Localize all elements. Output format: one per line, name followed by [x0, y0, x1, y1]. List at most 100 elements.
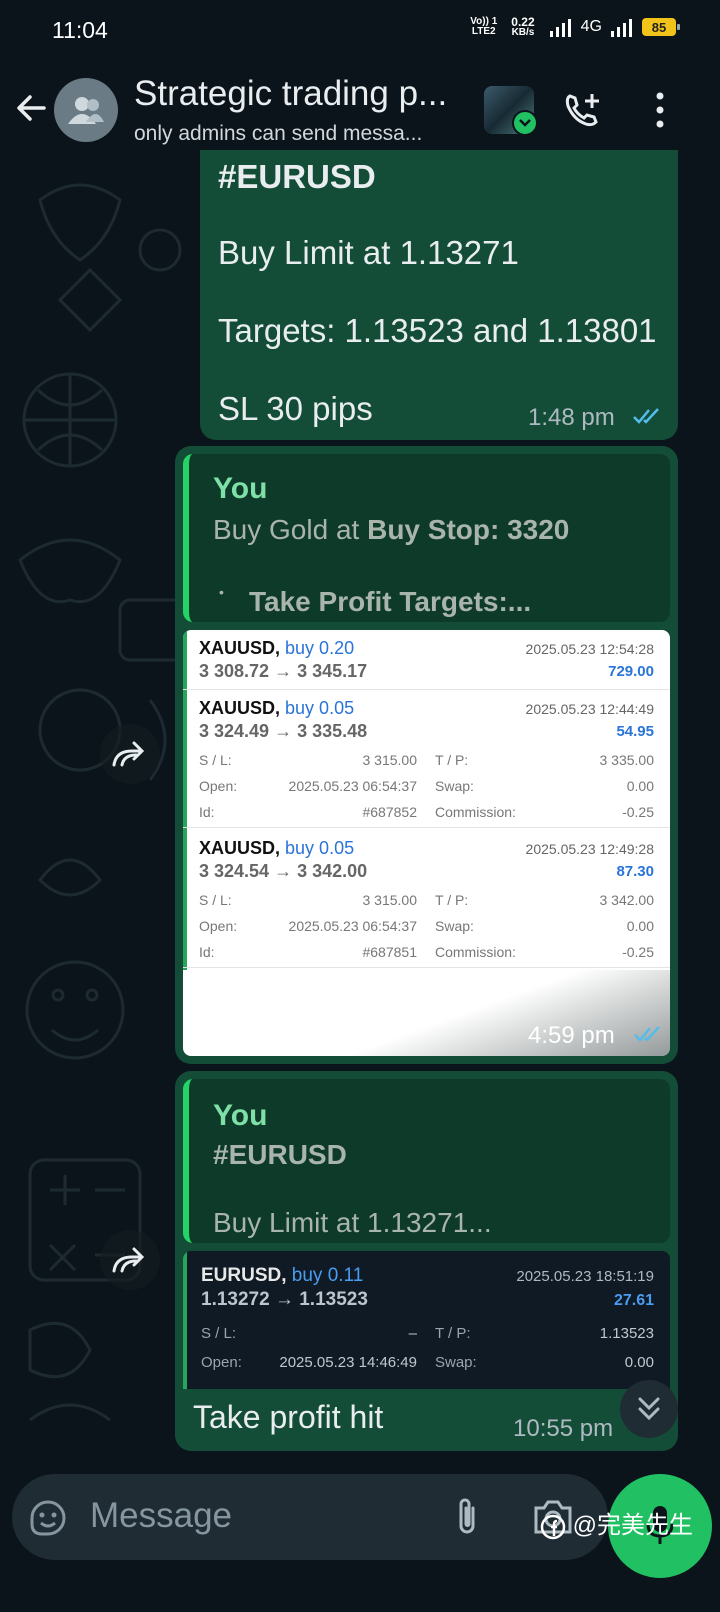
forward-icon [112, 1247, 145, 1273]
trade-row: XAUUSD, buy 0.05 3 324.54 → 3 342.00 202… [183, 828, 670, 968]
id-label: Id: [199, 944, 215, 960]
open-label: Open: [199, 778, 238, 794]
trade-prices: 1.13272 → 1.13523 [201, 1289, 368, 1310]
swap-value: 0.00 [626, 778, 654, 794]
commission-value: -0.25 [622, 804, 654, 820]
battery-icon: 85 [642, 18, 680, 36]
facebook-logo-icon [540, 1514, 566, 1539]
trade-prices: 3 324.54 → 3 342.00 [199, 861, 368, 881]
status-bar: 11:04 Vo)) 1 LTE2 0.22 KB/s 4G 85 [0, 0, 720, 60]
swap-value: 0.00 [626, 918, 654, 934]
trade-profit: 27.61 [613, 1292, 654, 1309]
open-value: 2025.05.23 06:54:37 [288, 918, 417, 934]
message-time: 10:55 pm [513, 1415, 614, 1442]
commission-label: Commission: [435, 804, 516, 820]
swap-label: Swap: [435, 778, 474, 794]
message-line: Targets: 1.13523 and 1.13801 [218, 312, 657, 349]
trade-profit: 54.95 [616, 723, 654, 740]
id-value: #687852 [362, 804, 417, 820]
message-hashtag[interactable]: #EURUSD [218, 158, 376, 196]
message-input[interactable]: Message [90, 1496, 232, 1536]
quoted-message[interactable]: You Buy Gold at Buy Stop: 3320 • Take Pr… [183, 454, 670, 622]
quote-bold: Buy Stop: 3320 [367, 514, 570, 545]
trade-prices: 3 324.49 → 3 335.48 [199, 721, 368, 741]
speed-unit: KB/s [511, 27, 535, 38]
trade-time: 2025.05.23 12:54:28 [525, 641, 654, 657]
trade-time: 2025.05.23 18:51:19 [516, 1268, 654, 1285]
sl-value: 3 315.00 [362, 892, 418, 908]
sl-value: – [408, 1325, 417, 1342]
back-arrow-icon[interactable] [14, 90, 50, 126]
message-bubble-1[interactable]: #EURUSD Buy Limit at 1.13271 Targets: 1.… [200, 150, 678, 440]
attach-icon[interactable] [452, 1496, 482, 1538]
quote-line-2: Take Profit Targets:... [249, 586, 532, 617]
trade-side: buy 0.20 [285, 638, 355, 658]
open-value: 2025.05.23 14:46:49 [279, 1354, 417, 1371]
watermark-text: @完美先生 [572, 1512, 694, 1539]
sl-label: S / L: [199, 892, 232, 908]
trade-screenshot-image[interactable]: XAUUSD, buy 0.20 3 308.72 → 3 345.17 202… [183, 630, 670, 1056]
group-avatar[interactable] [54, 78, 118, 142]
bullet-icon: • [219, 584, 224, 600]
read-ticks-icon [633, 408, 659, 424]
trade-prices: 3 308.72 → 3 345.17 [199, 661, 368, 681]
more-options-icon[interactable] [638, 88, 682, 132]
forward-icon [112, 741, 145, 767]
volte-indicator: Vo)) 1 LTE2 [470, 17, 497, 37]
signal-icon-2 [611, 19, 632, 37]
forward-button[interactable] [100, 1230, 160, 1290]
trade-profit: 729.00 [608, 663, 654, 680]
status-time: 11:04 [52, 17, 108, 43]
quote-line-1: #EURUSD [213, 1139, 347, 1170]
add-call-icon[interactable] [562, 88, 606, 132]
quote-line-1: Buy Gold at Buy Stop: 3320 [213, 514, 569, 546]
sl-label: S / L: [199, 752, 232, 768]
tp-label: T / P: [435, 892, 469, 908]
swap-label: Swap: [435, 918, 474, 934]
trade-symbol: XAUUSD, buy 0.05 [199, 838, 355, 858]
battery-level: 85 [651, 19, 667, 35]
trade-side: buy 0.05 [285, 698, 355, 718]
message-time: 1:48 pm [528, 404, 615, 431]
quoted-message[interactable]: You #EURUSD Buy Limit at 1.13271... [183, 1079, 670, 1243]
sl-label: S / L: [201, 1325, 237, 1342]
speed-indicator: 0.22 KB/s [511, 16, 534, 38]
double-chevron-down-icon [638, 1397, 660, 1421]
quote-line-2: Buy Limit at 1.13271... [213, 1207, 492, 1238]
watermark: @完美先生 [540, 1505, 693, 1540]
message-input-bar[interactable]: Message [12, 1474, 608, 1560]
quote-plain: Buy Gold at [213, 514, 368, 545]
chat-subtitle[interactable]: only admins can send messa... [134, 122, 464, 146]
trade-symbol: EURUSD, buy 0.11 [201, 1265, 364, 1286]
read-ticks-icon [634, 1026, 660, 1042]
signal-icon [549, 19, 571, 37]
message-time: 4:59 pm [528, 1022, 615, 1049]
quote-author: You [213, 472, 268, 505]
chat-title[interactable]: Strategic trading p... [134, 74, 464, 114]
commission-value: -0.25 [622, 944, 654, 960]
id-label: Id: [199, 804, 215, 820]
message-text: Take profit hit [193, 1399, 384, 1435]
trade-time: 2025.05.23 12:49:28 [525, 841, 654, 857]
tp-label: T / P: [435, 1325, 471, 1342]
trade-time: 2025.05.23 12:44:49 [525, 701, 654, 717]
quote-author: You [213, 1099, 268, 1132]
trade-row: XAUUSD, buy 0.05 3 324.49 → 3 335.48 202… [183, 690, 670, 828]
forward-button[interactable] [100, 724, 160, 784]
tp-label: T / P: [435, 752, 469, 768]
open-label: Open: [199, 918, 238, 934]
trade-screenshot-image[interactable]: EURUSD, buy 0.11 1.13272 → 1.13523 2025.… [183, 1251, 670, 1389]
sticker-icon[interactable] [28, 1498, 68, 1538]
swap-label: Swap: [435, 1354, 477, 1371]
chat-screen: 11:04 Vo)) 1 LTE2 0.22 KB/s 4G 85 Strate… [0, 0, 720, 1612]
message-bubble-3[interactable]: You #EURUSD Buy Limit at 1.13271... EURU… [175, 1071, 678, 1451]
trade-side: buy 0.11 [291, 1265, 364, 1286]
message-bubble-2[interactable]: You Buy Gold at Buy Stop: 3320 • Take Pr… [175, 446, 678, 1064]
card-accent-bar [183, 1251, 187, 1389]
trade-side: buy 0.05 [285, 838, 355, 858]
trade-row: XAUUSD, buy 0.20 3 308.72 → 3 345.17 202… [183, 630, 670, 690]
scroll-to-bottom-button[interactable] [620, 1380, 678, 1438]
message-line: SL 30 pips [218, 390, 373, 427]
trade-symbol: XAUUSD, buy 0.20 [199, 638, 355, 658]
open-value: 2025.05.23 06:54:37 [288, 778, 417, 794]
